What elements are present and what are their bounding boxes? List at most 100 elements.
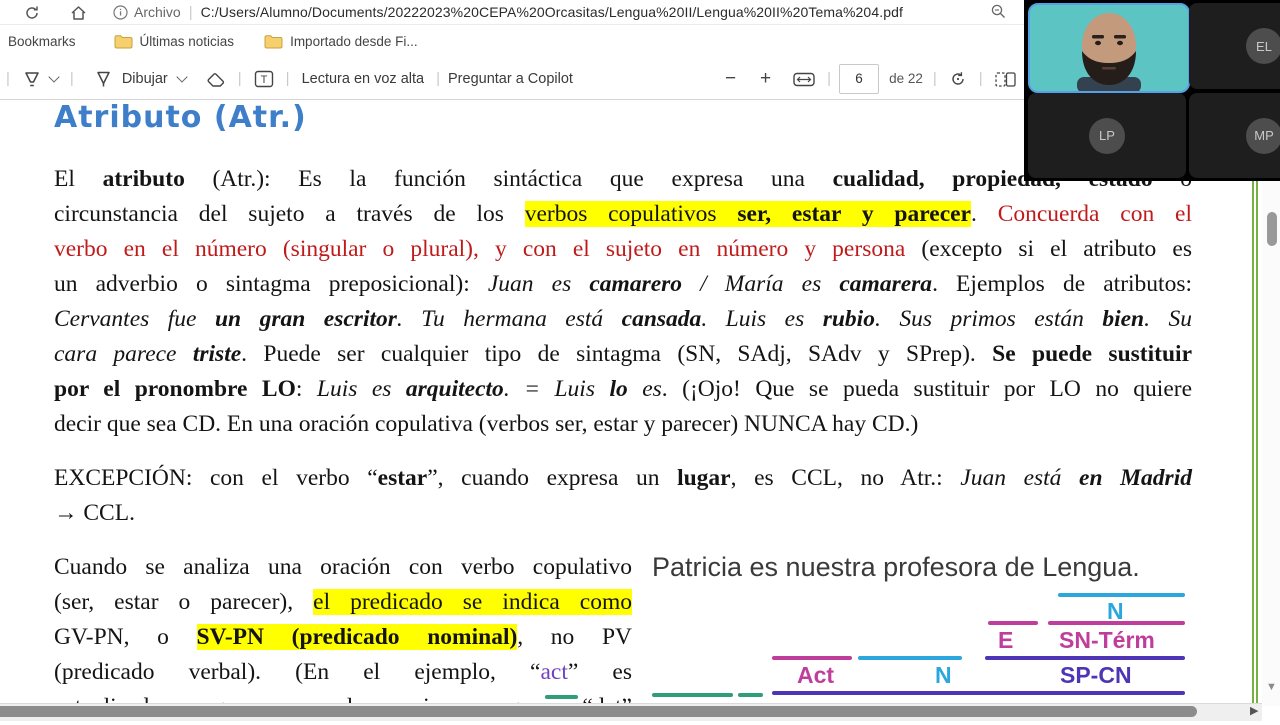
- video-tile-active-speaker[interactable]: [1028, 3, 1190, 93]
- label-sp-cn: SP-CN: [1060, 662, 1132, 688]
- toolbar-separator: |: [978, 70, 983, 87]
- draw-label[interactable]: Dibujar: [122, 71, 168, 87]
- bookmark-label: Importado desde Fi...: [290, 34, 418, 49]
- paragraph-excepcion: EXCEPCIÓN: con el verbo “estar”, cuando …: [54, 461, 1192, 531]
- video-tile-participant[interactable]: EL: [1189, 3, 1280, 89]
- underline-profesora: [858, 656, 962, 660]
- pen-icon: [97, 71, 110, 87]
- bookmarks-bar-label: Bookmarks: [8, 34, 76, 49]
- page-number-input[interactable]: [839, 63, 880, 94]
- fit-width-button[interactable]: [789, 68, 819, 89]
- text-line: Cuando se analiza una oración con verbo …: [54, 554, 632, 580]
- underline-lengua: [1058, 593, 1185, 597]
- scroll-down-arrow-icon[interactable]: ▼: [1266, 681, 1277, 693]
- underline-sv: [772, 691, 1185, 695]
- folder-icon: [264, 35, 283, 49]
- ask-copilot-button[interactable]: Preguntar a Copilot: [448, 71, 573, 87]
- horizontal-scrollbar-thumb[interactable]: [0, 706, 1197, 717]
- label-sn-term: SN-Térm: [1059, 627, 1155, 653]
- label-e: E: [998, 627, 1014, 653]
- chevron-down-icon[interactable]: [176, 71, 188, 83]
- vertical-scrollbar-track[interactable]: [1262, 99, 1280, 706]
- video-tile-participant[interactable]: MP: [1189, 93, 1280, 178]
- label-n-profesora: N: [935, 662, 952, 688]
- label-act: Act: [797, 662, 835, 688]
- text-line: un adverbio o sintagma preposicional): J…: [54, 271, 1193, 297]
- folder-icon: [114, 35, 133, 49]
- toolbar-separator: |: [6, 70, 10, 87]
- read-aloud-button[interactable]: Lectura en voz alta: [302, 71, 425, 87]
- home-icon: [71, 6, 86, 20]
- zoom-out-button[interactable]: −: [721, 67, 740, 90]
- page-border-line: [1252, 99, 1254, 706]
- speaker-video-feed: [1030, 5, 1188, 91]
- underline-sp: [985, 656, 1185, 660]
- file-scheme-label: Archivo: [134, 4, 181, 20]
- address-separator: |: [188, 3, 193, 21]
- page-title: Atributo (Atr.): [54, 100, 307, 135]
- text-line: (ser, estar o parecer), el predicado se …: [54, 589, 632, 615]
- toolbar-separator: |: [285, 70, 290, 87]
- page-view-button[interactable]: [991, 67, 1020, 89]
- rotate-icon: [952, 71, 964, 85]
- page-layout-icon: [995, 71, 1016, 87]
- text-line: por el pronombre LO: Luis es arquitecto.…: [54, 376, 1193, 402]
- text-line: EXCEPCIÓN: con el verbo “estar”, cuando …: [54, 465, 1192, 491]
- text-box-icon: T: [254, 70, 273, 87]
- zoom-page-button[interactable]: [990, 3, 1007, 21]
- home-button[interactable]: [66, 1, 91, 23]
- paragraph-atributo: El atributo (Atr.): Es la función sintác…: [54, 162, 1192, 442]
- reload-icon: [26, 6, 38, 19]
- address-url[interactable]: C:/Users/Alumno/Documents/20222023%20CEP…: [201, 4, 903, 20]
- underline-patricia: [652, 693, 733, 697]
- scroll-right-arrow-icon[interactable]: ▶: [1250, 704, 1258, 717]
- rotate-button[interactable]: [945, 67, 971, 90]
- eraser-icon: [207, 72, 224, 87]
- toolbar-separator: |: [827, 70, 832, 87]
- text-line: → CCL.: [54, 500, 135, 526]
- highlighter-icon: [25, 72, 39, 86]
- reload-button[interactable]: [20, 1, 44, 23]
- highlighter-button[interactable]: [18, 67, 46, 90]
- chevron-down-icon[interactable]: [48, 71, 60, 83]
- bookmark-folder-importado[interactable]: Importado desde Fi...: [264, 34, 418, 49]
- syntax-diagram: Patricia es nuestra profesora de Lengua.…: [652, 548, 1190, 708]
- info-icon: [113, 4, 128, 20]
- participant-avatar: MP: [1246, 117, 1280, 154]
- toolbar-separator: |: [932, 70, 937, 87]
- underline-nuestra: [772, 656, 852, 660]
- text-line: El atributo (Atr.): Es la función sintác…: [54, 166, 1192, 192]
- text-line: cara parece triste. Puede ser cualquier …: [54, 341, 1192, 367]
- fit-width-icon: [793, 72, 815, 87]
- underline-es: [738, 693, 763, 697]
- participant-avatar: LP: [1089, 117, 1125, 154]
- draw-button[interactable]: [90, 67, 117, 90]
- file-scheme-chip[interactable]: Archivo: [113, 4, 181, 20]
- vertical-scrollbar-thumb[interactable]: [1267, 212, 1277, 246]
- text-line: GV-PN, o SV-PN (predicado nominal), no P…: [54, 624, 632, 650]
- bookmark-folder-ultimas[interactable]: Últimas noticias: [114, 34, 235, 49]
- diagram-underline-stray: [545, 695, 578, 699]
- text-line: (predicado verbal). (En el ejemplo, “act…: [54, 659, 633, 685]
- page-total-label: de 22: [889, 71, 923, 86]
- text-line: verbo en el número (singular o plural), …: [54, 236, 1192, 262]
- bookmark-label: Últimas noticias: [139, 34, 235, 49]
- toolbar-separator: |: [69, 70, 74, 87]
- eraser-button[interactable]: [202, 67, 230, 89]
- toolbar-separator: |: [436, 70, 440, 87]
- zoom-in-button[interactable]: +: [756, 67, 775, 90]
- page-border-line: [1256, 99, 1258, 706]
- add-text-button[interactable]: T: [250, 67, 278, 90]
- video-call-overlay: EL LP MP: [1024, 0, 1280, 181]
- diagram-sentence: Patricia es nuestra profesora de Lengua.: [652, 552, 1140, 582]
- svg-text:T: T: [260, 74, 267, 86]
- text-line: Cervantes fue un gran escritor. Tu herma…: [54, 306, 1192, 332]
- participant-avatar: EL: [1246, 28, 1280, 64]
- video-tile-participant[interactable]: LP: [1028, 93, 1186, 178]
- magnifier-icon: [991, 5, 1005, 19]
- text-line: circunstancia del sujeto a través de los…: [54, 201, 1193, 227]
- text-line: decir que sea CD. En una oración copulat…: [54, 411, 919, 437]
- underline-de: [988, 621, 1038, 625]
- underline-n-lengua: [1048, 621, 1185, 625]
- toolbar-separator: |: [237, 70, 242, 87]
